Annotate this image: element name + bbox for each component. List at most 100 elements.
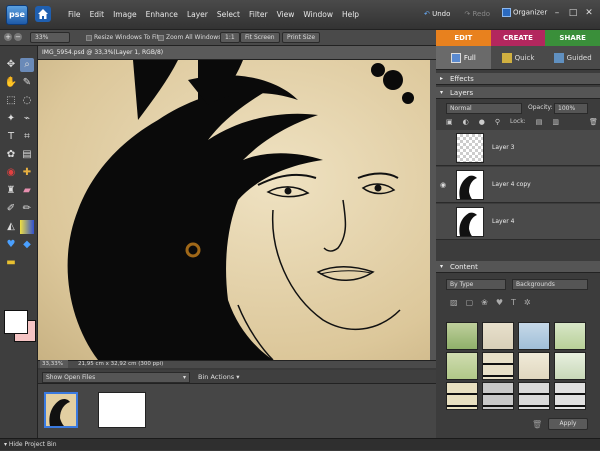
home-button[interactable]	[35, 6, 51, 22]
healing-brush-tool-icon[interactable]: ✚	[20, 166, 34, 180]
menu-enhance[interactable]: Enhance	[146, 10, 178, 19]
tab-edit[interactable]: EDIT	[436, 30, 491, 46]
menu-select[interactable]: Select	[217, 10, 240, 19]
minimize-icon[interactable]: –	[552, 8, 562, 18]
content-thumbnail[interactable]	[518, 352, 550, 380]
paint-bucket-tool-icon[interactable]: ◭	[4, 220, 18, 234]
document-tab[interactable]: IMG_5954.psd @ 33,3%(Layer 1, RGB/8)	[38, 46, 436, 60]
text-icon[interactable]: T	[511, 298, 516, 307]
trash-icon[interactable]: 🗑	[532, 420, 542, 429]
eyedropper-tool-icon[interactable]: ✎	[20, 76, 34, 90]
straighten-tool-icon[interactable]: ▤	[20, 148, 34, 162]
fit-screen-button[interactable]: Fit Screen	[240, 32, 280, 43]
content-panel-header[interactable]: ▾ Content	[436, 261, 600, 273]
content-thumbnail[interactable]	[554, 352, 586, 380]
trash-icon[interactable]: 🗑	[589, 118, 598, 128]
content-thumbnail[interactable]	[446, 382, 478, 410]
link-icon[interactable]: ⚲	[495, 118, 500, 128]
visibility-icon[interactable]	[440, 218, 448, 226]
menu-window[interactable]: Window	[303, 10, 333, 19]
selection-brush-tool-icon[interactable]: ⌁	[20, 112, 34, 126]
menu-layer[interactable]: Layer	[187, 10, 208, 19]
status-zoom[interactable]: 33,33%	[40, 360, 68, 368]
adjustment-layer-icon[interactable]: ◐	[463, 118, 469, 128]
organizer-button[interactable]: Organizer	[502, 8, 547, 17]
content-thumbnail[interactable]	[518, 322, 550, 350]
mask-icon[interactable]: ●	[479, 118, 485, 128]
zoom-in-icon[interactable]: +	[4, 33, 12, 41]
visibility-icon[interactable]	[440, 144, 448, 152]
shape-tool-icon[interactable]: ♥	[4, 238, 18, 252]
content-category-dropdown[interactable]: Backgrounds	[512, 279, 588, 290]
eye-icon[interactable]: ◉	[440, 181, 448, 189]
star-icon[interactable]: ✲	[524, 298, 531, 307]
tab-guided[interactable]: Guided	[545, 46, 600, 69]
menu-view[interactable]: View	[277, 10, 295, 19]
content-thumbnail[interactable]	[518, 382, 550, 410]
brush-tool-icon[interactable]: ✐	[4, 202, 18, 216]
menu-edit[interactable]: Edit	[90, 10, 105, 19]
background-icon[interactable]: ▨	[450, 298, 458, 307]
layer-row[interactable]: Layer 4	[436, 204, 600, 240]
print-size-button[interactable]: Print Size	[282, 32, 321, 43]
tab-share[interactable]: SHARE	[545, 30, 600, 46]
menu-help[interactable]: Help	[342, 10, 359, 19]
close-icon[interactable]: ✕	[584, 8, 594, 18]
show-files-dropdown[interactable]: Show Open Files ▾	[42, 372, 190, 383]
theme-icon[interactable]: ❀	[481, 298, 488, 307]
content-thumbnail[interactable]	[482, 322, 514, 350]
blend-mode-dropdown[interactable]: Normal	[446, 103, 522, 114]
move-tool-icon[interactable]: ✥	[4, 58, 18, 72]
layer-row[interactable]: Layer 3	[436, 130, 600, 166]
tab-create[interactable]: CREATE	[490, 30, 546, 46]
content-thumbnail[interactable]	[554, 322, 586, 350]
shape-icon[interactable]: ♥	[496, 298, 503, 307]
opacity-field[interactable]: 100%	[554, 103, 588, 114]
menu-filter[interactable]: Filter	[249, 10, 268, 19]
content-thumbnail[interactable]	[482, 352, 514, 380]
undo-button[interactable]: ↶ Undo	[424, 10, 450, 18]
zoom-out-icon[interactable]: −	[14, 33, 22, 41]
crop-tool-icon[interactable]: ⌗	[20, 130, 34, 144]
canvas-area[interactable]	[38, 60, 430, 360]
content-filter-dropdown[interactable]: By Type	[446, 279, 506, 290]
content-thumbnail[interactable]	[554, 382, 586, 410]
sponge-tool-icon[interactable]: ▬	[4, 256, 18, 270]
magic-wand-tool-icon[interactable]: ✦	[4, 112, 18, 126]
lock-all-icon[interactable]: ▥	[552, 118, 559, 128]
bin-actions-menu[interactable]: Bin Actions ▾	[198, 373, 240, 381]
content-thumbnail[interactable]	[482, 382, 514, 410]
maximize-icon[interactable]: □	[568, 8, 578, 18]
type-tool-icon[interactable]: T	[4, 130, 18, 144]
apply-button[interactable]: Apply	[548, 418, 588, 430]
tab-quick[interactable]: Quick	[491, 46, 546, 69]
blur-tool-icon[interactable]: ◆	[20, 238, 34, 252]
gradient-tool-icon[interactable]	[20, 220, 34, 234]
zoom-all-checkbox[interactable]: Zoom All Windows	[158, 34, 221, 41]
layer-row[interactable]: ◉ Layer 4 copy	[436, 167, 600, 203]
eraser-tool-icon[interactable]: ▰	[20, 184, 34, 198]
cookie-cutter-tool-icon[interactable]: ✿	[4, 148, 18, 162]
frame-icon[interactable]: ▢	[466, 298, 474, 307]
content-thumbnail[interactable]	[446, 352, 478, 380]
new-layer-icon[interactable]: ▣	[446, 118, 453, 128]
hand-tool-icon[interactable]: ✋	[4, 76, 18, 90]
smart-brush-tool-icon[interactable]: ✏	[20, 202, 34, 216]
resize-windows-checkbox[interactable]: Resize Windows To Fit	[86, 34, 159, 41]
layers-panel-header[interactable]: ▾ Layers	[436, 87, 600, 99]
bin-thumbnail-blank[interactable]	[98, 392, 146, 428]
foreground-color-swatch[interactable]	[4, 310, 28, 334]
effects-panel-header[interactable]: ▸ Effects	[436, 73, 600, 85]
clone-stamp-tool-icon[interactable]: ♜	[4, 184, 18, 198]
red-eye-tool-icon[interactable]: ◉	[4, 166, 18, 180]
lock-icon[interactable]: ▤	[536, 118, 543, 128]
bin-thumbnail-portrait[interactable]	[44, 392, 78, 428]
tab-full[interactable]: Full	[436, 46, 491, 69]
content-thumbnail[interactable]	[446, 322, 478, 350]
menu-image[interactable]: Image	[113, 10, 137, 19]
zoom-tool-icon[interactable]: ⌕	[20, 58, 34, 72]
zoom-field[interactable]: 33%	[30, 32, 70, 43]
hide-project-bin-button[interactable]: Hide Project Bin	[9, 441, 57, 448]
marquee-tool-icon[interactable]: ⬚	[4, 94, 18, 108]
menu-file[interactable]: File	[68, 10, 81, 19]
